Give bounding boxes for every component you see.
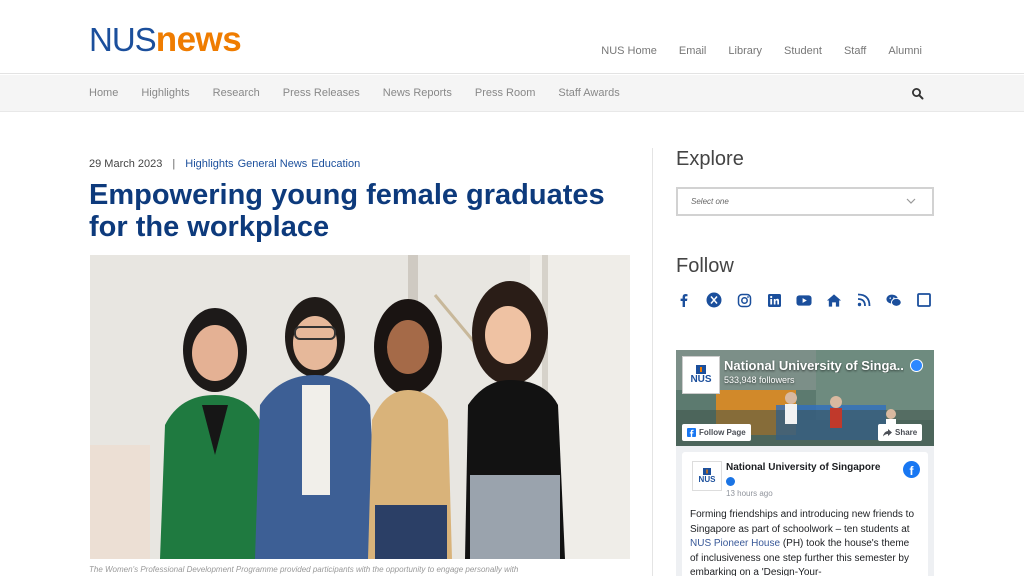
share-label: Share xyxy=(895,428,918,437)
facebook-widget: NUS National University of Singa... 533,… xyxy=(676,350,934,576)
instagram-icon[interactable] xyxy=(736,292,752,308)
toplink-alumni[interactable]: Alumni xyxy=(888,45,922,57)
post-verified-icon xyxy=(726,477,735,486)
social-icons xyxy=(676,292,932,308)
youtube-icon[interactable] xyxy=(796,292,812,308)
follow-page-label: Follow Page xyxy=(699,428,746,437)
chevron-down-icon xyxy=(906,198,916,204)
verified-badge-icon xyxy=(910,359,923,372)
facebook-page-logo: NUS xyxy=(682,356,720,394)
sidebar-divider xyxy=(652,148,653,576)
logo-nus: NUS xyxy=(89,21,157,58)
article-date: 29 March 2023 xyxy=(89,158,163,170)
explore-select[interactable]: Select one xyxy=(676,187,934,216)
share-button[interactable]: Share xyxy=(878,424,923,441)
group-photo-illustration xyxy=(90,255,630,559)
post-avatar-text: NUS xyxy=(698,475,716,484)
post-avatar[interactable]: NUS xyxy=(692,461,722,491)
photo-caption: The Women's Professional Development Pro… xyxy=(89,565,519,574)
toplink-staff[interactable]: Staff xyxy=(844,45,866,57)
search-icon[interactable] xyxy=(911,87,925,101)
nav-press-releases[interactable]: Press Releases xyxy=(283,87,360,99)
top-links: NUS Home Email Library Student Staff Alu… xyxy=(601,45,922,57)
facebook-post: NUS National University of Singapore 13 … xyxy=(682,452,928,576)
facebook-cover[interactable]: NUS National University of Singa... 533,… xyxy=(676,350,934,446)
x-icon[interactable] xyxy=(706,292,722,308)
rss-icon[interactable] xyxy=(856,292,872,308)
post-author[interactable]: National University of Singapore xyxy=(726,462,880,473)
article-categories: Highlights General News Education xyxy=(185,158,360,170)
follow-page-button[interactable]: Follow Page xyxy=(682,424,751,441)
facebook-logo-text: NUS xyxy=(690,374,712,385)
nav-home[interactable]: Home xyxy=(89,87,118,99)
facebook-page-name[interactable]: National University of Singa... xyxy=(724,358,904,373)
nus-news-logo[interactable]: NUS news xyxy=(89,20,242,59)
square-icon[interactable] xyxy=(916,292,932,308)
toplink-email[interactable]: Email xyxy=(679,45,707,57)
post-text: Forming friendships and introducing new … xyxy=(690,508,918,576)
main-nav: Home Highlights Research Press Releases … xyxy=(0,75,1024,112)
toplink-student[interactable]: Student xyxy=(784,45,822,57)
toplink-nus-home[interactable]: NUS Home xyxy=(601,45,657,57)
explore-select-value: Select one xyxy=(691,197,729,206)
home-icon[interactable] xyxy=(826,292,842,308)
category-education[interactable]: Education xyxy=(311,158,360,170)
facebook-icon[interactable] xyxy=(676,292,692,308)
article-title: Empowering young female graduates for th… xyxy=(89,179,605,243)
follow-heading: Follow xyxy=(676,255,734,277)
category-highlights[interactable]: Highlights xyxy=(185,158,233,170)
facebook-logo-icon[interactable]: f xyxy=(903,461,920,478)
nav-press-room[interactable]: Press Room xyxy=(475,87,536,99)
nav-research[interactable]: Research xyxy=(213,87,260,99)
nav-highlights[interactable]: Highlights xyxy=(141,87,189,99)
post-link-pioneer-house[interactable]: NUS Pioneer House xyxy=(690,538,780,549)
meta-separator: | xyxy=(172,158,176,170)
share-icon xyxy=(883,428,892,436)
facebook-small-icon xyxy=(687,428,696,437)
article-photo xyxy=(90,255,630,559)
facebook-followers: 533,948 followers xyxy=(724,375,795,385)
article-meta: 29 March 2023 | Highlights General News … xyxy=(89,158,360,170)
post-text-part1: Forming friendships and introducing new … xyxy=(690,509,915,535)
post-time[interactable]: 13 hours ago xyxy=(726,489,773,498)
wechat-icon[interactable] xyxy=(886,292,902,308)
category-general-news[interactable]: General News xyxy=(238,158,308,170)
toplink-library[interactable]: Library xyxy=(728,45,762,57)
logo-news: news xyxy=(155,20,242,59)
nav-news-reports[interactable]: News Reports xyxy=(383,87,452,99)
site-header: NUS news NUS Home Email Library Student … xyxy=(0,0,1024,74)
explore-heading: Explore xyxy=(676,148,744,170)
nav-staff-awards[interactable]: Staff Awards xyxy=(558,87,619,99)
linkedin-icon[interactable] xyxy=(766,292,782,308)
